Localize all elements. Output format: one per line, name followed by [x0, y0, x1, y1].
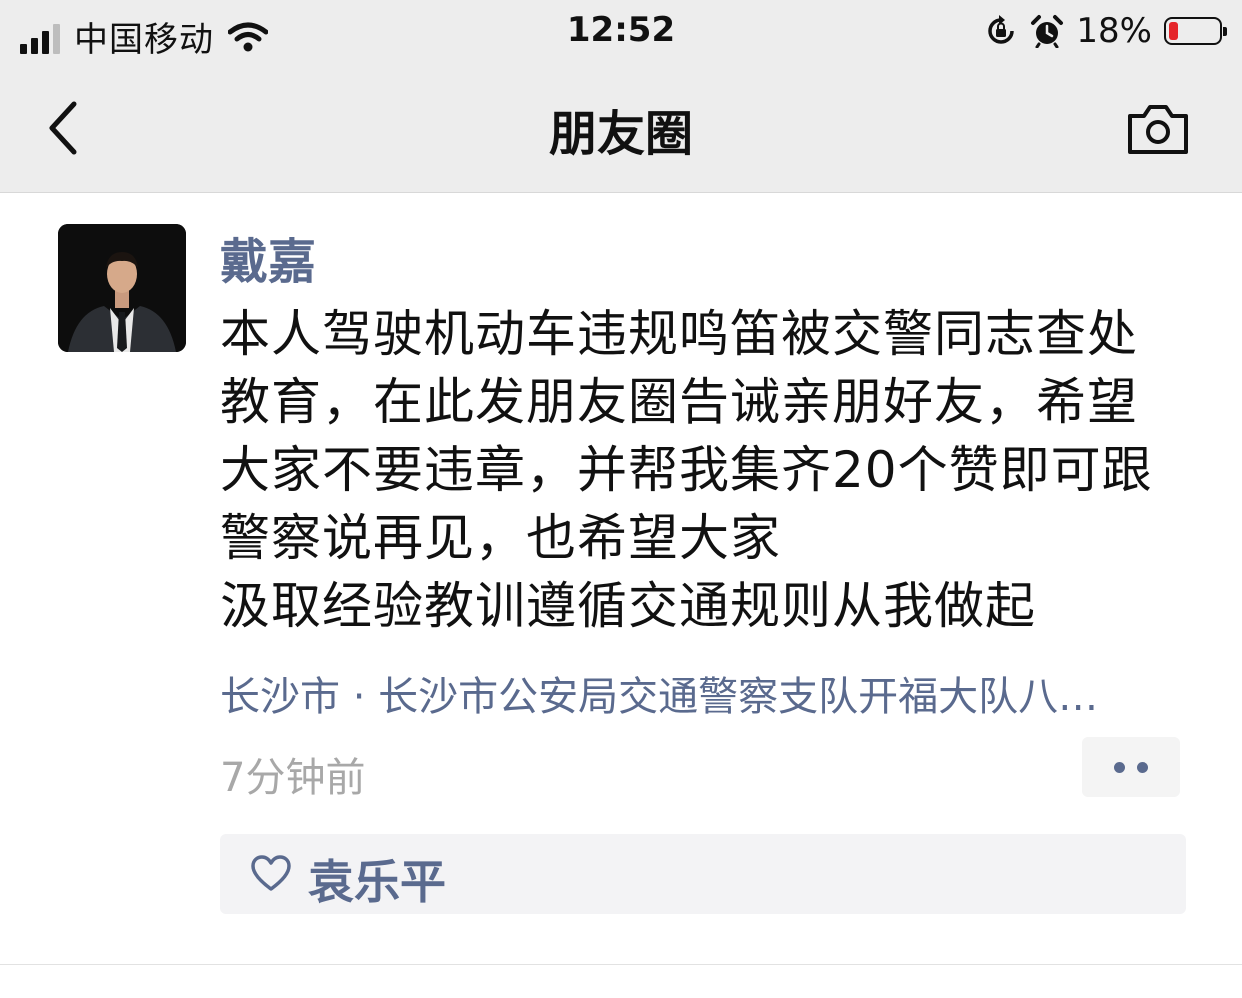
- post-text-line: 大家不要违章，并帮我集齐20个赞即可跟: [220, 441, 1153, 499]
- divider: [0, 964, 1242, 965]
- nav-bar: 朋友圈: [0, 64, 1242, 193]
- heart-icon: [251, 855, 291, 891]
- battery-icon: [1164, 17, 1227, 45]
- dot-icon: [1137, 761, 1148, 773]
- liker-name[interactable]: 袁乐平: [308, 846, 446, 912]
- status-right: 18%: [984, 11, 1227, 51]
- post-text-line: 汲取经验教训遵循交通规则从我做起: [220, 577, 1036, 635]
- post-text: 本人驾驶机动车违规鸣笛被交警同志查处 教育，在此发朋友圈告诫亲朋好友，希望 大家…: [220, 300, 1210, 640]
- dot-icon: [1114, 761, 1125, 773]
- battery-level-fill: [1169, 22, 1178, 40]
- avatar[interactable]: [58, 224, 186, 352]
- alarm-icon: [1031, 15, 1064, 48]
- more-actions-button[interactable]: [1082, 737, 1180, 797]
- post-text-line: 警察说再见，也希望大家: [220, 509, 781, 567]
- likes-box: 袁乐平: [220, 834, 1186, 914]
- camera-icon[interactable]: [1126, 100, 1190, 156]
- post-text-line: 教育，在此发朋友圈告诫亲朋好友，希望: [220, 373, 1138, 431]
- post-timestamp: 7分钟前: [220, 755, 366, 801]
- author-name[interactable]: 戴嘉: [220, 222, 316, 292]
- battery-percent: 18%: [1076, 11, 1152, 51]
- status-bar: 中国移动 12:52 18%: [0, 0, 1242, 64]
- post-text-line: 本人驾驶机动车违规鸣笛被交警同志查处: [220, 305, 1138, 363]
- orientation-lock-icon: [988, 15, 1015, 44]
- avatar-portrait-image: [58, 224, 186, 352]
- page-title: 朋友圈: [548, 106, 693, 162]
- location-link[interactable]: 长沙市 · 长沙市公安局交通警察支队开福大队八…: [220, 664, 1165, 722]
